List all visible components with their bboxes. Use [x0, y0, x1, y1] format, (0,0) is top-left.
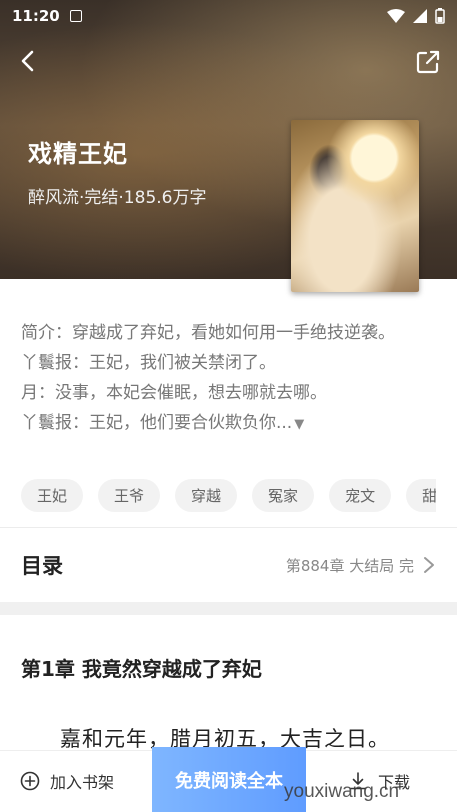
share-icon[interactable] [414, 48, 442, 76]
read-free-button[interactable]: 免费阅读全本 [152, 747, 306, 812]
intro-line: 月：没事，本妃会催眠，想去哪就去哪。 [21, 383, 327, 403]
book-title: 戏精王妃 [28, 140, 128, 168]
intro-line: 丫鬟报：王妃，我们被关禁闭了。 [21, 353, 276, 373]
watermark: youxiwang.cn [284, 781, 400, 802]
tag-chip[interactable]: 冤家 [252, 479, 315, 512]
battery-icon [435, 8, 445, 24]
signal-icon [413, 9, 427, 23]
intro-line: 丫鬟报：王妃，他们要合伙欺负你... [21, 413, 293, 433]
tag-chip[interactable]: 宠文 [329, 479, 392, 512]
section-divider [0, 602, 457, 615]
intro-line-last: 丫鬟报：王妃，他们要合伙欺负你... ▼ [21, 408, 439, 440]
book-intro[interactable]: 简介：穿越成了弃妃，看她如何用一手绝技逆袭。 丫鬟报：王妃，我们被关禁闭了。 月… [21, 318, 439, 440]
tag-chip[interactable]: 王妃 [21, 479, 84, 512]
plus-circle-icon [20, 771, 40, 791]
status-bar: 11:20 [0, 0, 457, 32]
tag-chip[interactable]: 王爷 [98, 479, 161, 512]
status-icons [387, 8, 445, 24]
book-meta: 醉风流·完结·185.6万字 [28, 188, 207, 208]
back-icon[interactable] [14, 46, 44, 76]
latest-chapter: 第884章 大结局 完 [285, 556, 414, 575]
chapter-title: 第1章 我竟然穿越成了弃妃 [21, 657, 262, 681]
status-time: 11:20 [12, 7, 60, 25]
catalog-row[interactable]: 目录 第884章 大结局 完 [0, 528, 457, 602]
add-to-shelf-button[interactable]: 加入书架 [20, 768, 114, 794]
triangle-down-icon[interactable]: ▼ [294, 417, 304, 432]
wifi-icon [387, 9, 405, 23]
tag-list: 王妃 王爷 穿越 冤家 宠文 甜 [21, 479, 436, 513]
chevron-right-icon [424, 557, 434, 573]
intro-line: 简介：穿越成了弃妃，看她如何用一手绝技逆袭。 [21, 323, 395, 343]
add-to-shelf-label: 加入书架 [50, 773, 115, 792]
tag-chip[interactable]: 穿越 [175, 479, 238, 512]
book-cover [291, 120, 419, 292]
notification-icon [69, 10, 82, 22]
tag-chip[interactable]: 甜 [406, 479, 436, 512]
catalog-label: 目录 [21, 554, 63, 578]
